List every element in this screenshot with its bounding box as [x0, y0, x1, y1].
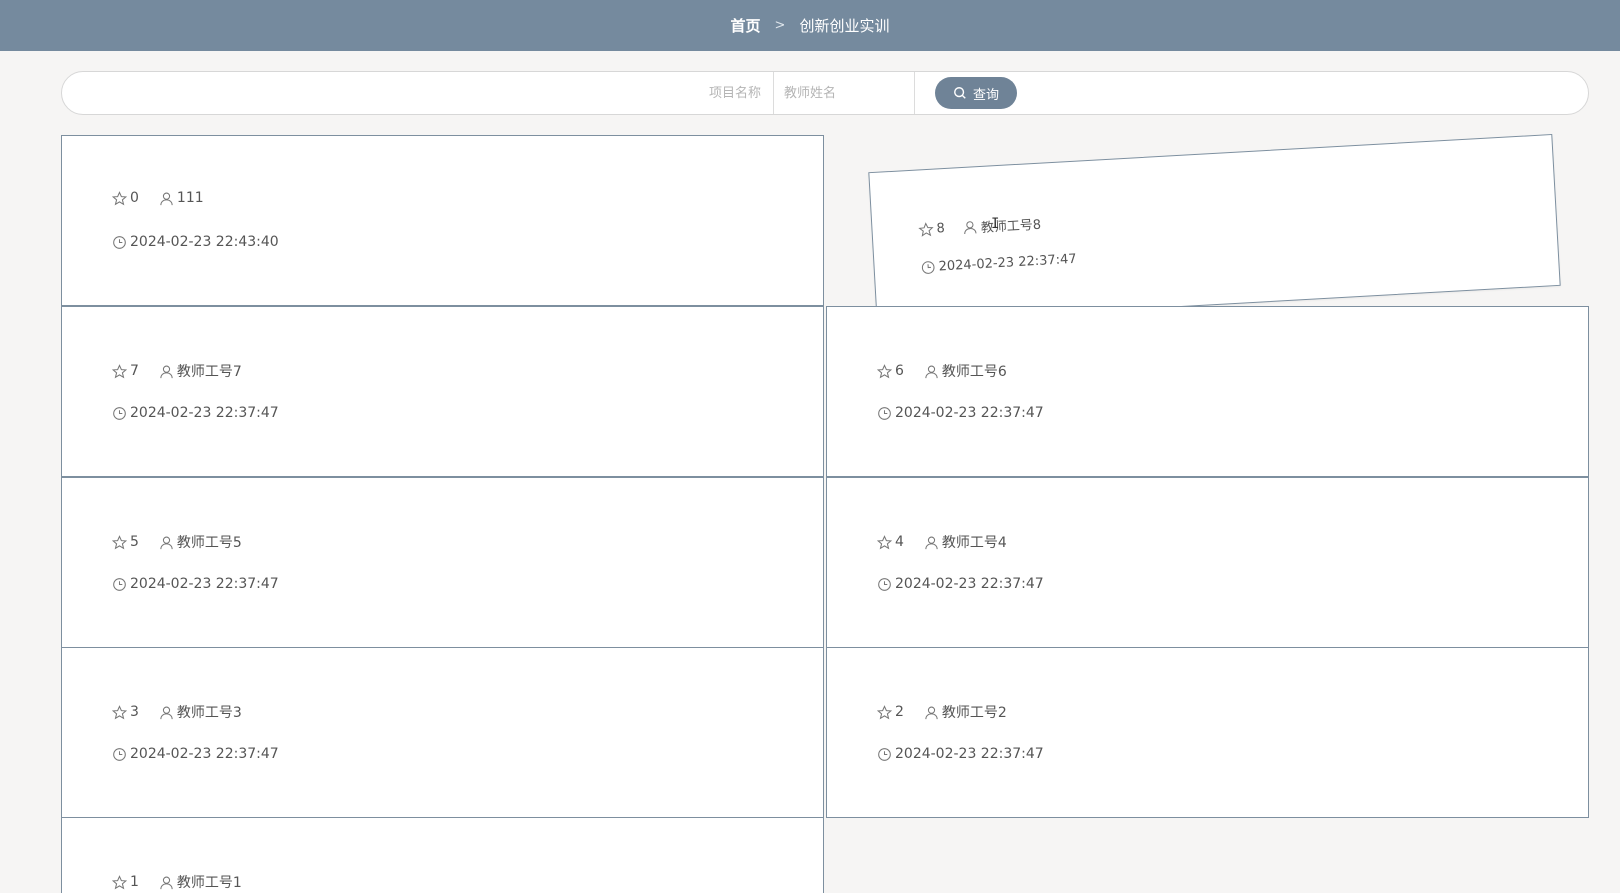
like-count: 8: [936, 221, 946, 237]
teacher-id: 教师工号1: [176, 875, 242, 891]
teacher-id: 教师工号7: [176, 364, 242, 380]
clock-icon: [112, 235, 127, 250]
like-count: 5: [130, 534, 139, 550]
user-icon: [159, 875, 174, 890]
user-icon: [159, 535, 174, 550]
project-card[interactable]: 0 111 2024-02-23 22:43:40: [61, 135, 824, 306]
created-time: 2024-02-23 22:37:47: [895, 405, 1044, 421]
star-icon: [112, 534, 127, 550]
like-count: 7: [130, 363, 139, 379]
teacher-id: 教师工号3: [176, 705, 242, 721]
created-time: 2024-02-23 22:37:47: [130, 746, 279, 762]
created-time: 2024-02-23 22:37:47: [895, 576, 1044, 592]
teacher-id: 111: [176, 190, 204, 206]
teacher-id: 教师工号5: [176, 535, 242, 551]
project-card[interactable]: 1 教师工号1: [61, 817, 824, 893]
like-count: 0: [130, 190, 139, 206]
star-icon: [877, 363, 892, 379]
clock-icon: [877, 577, 892, 592]
created-time: 2024-02-23 22:37:47: [895, 746, 1044, 762]
created-time: 2024-02-23 22:43:40: [130, 234, 279, 250]
teacher-id: 教师工号2: [941, 705, 1007, 721]
project-card[interactable]: 2 教师工号2 2024-02-23 22:37:47: [826, 647, 1589, 818]
teacher-name-input[interactable]: [774, 72, 914, 114]
search-icon: [954, 87, 966, 99]
teacher-id: 教师工号8: [980, 217, 1042, 237]
like-count: 1: [130, 874, 139, 890]
star-icon: [112, 190, 127, 206]
star-icon: [877, 704, 892, 720]
search-bar: 查询: [61, 71, 1589, 115]
project-card[interactable]: 3 教师工号3 2024-02-23 22:37:47: [61, 647, 824, 818]
project-card[interactable]: 7 教师工号7 2024-02-23 22:37:47: [61, 306, 824, 477]
like-count: 4: [895, 534, 904, 550]
clock-icon: [877, 406, 892, 421]
project-card-dragged[interactable]: 8 教师工号8 2024-02-23 22:37:47: [868, 133, 1561, 325]
star-icon: [112, 704, 127, 720]
breadcrumb-home[interactable]: 首页: [731, 15, 761, 36]
user-icon: [924, 705, 939, 720]
breadcrumb-separator: >: [774, 18, 786, 33]
star-icon: [112, 874, 127, 890]
created-time: 2024-02-23 22:37:47: [130, 405, 279, 421]
user-icon: [962, 219, 978, 235]
star-icon: [918, 222, 934, 238]
project-card[interactable]: 4 教师工号4 2024-02-23 22:37:47: [826, 477, 1589, 648]
top-header: 首页 > 创新创业实训: [0, 0, 1620, 51]
project-card[interactable]: 5 教师工号5 2024-02-23 22:37:47: [61, 477, 824, 648]
text-cursor-icon: I: [991, 216, 1000, 232]
star-icon: [877, 534, 892, 550]
star-icon: [112, 363, 127, 379]
search-button-label: 查询: [972, 87, 999, 103]
created-time: 2024-02-23 22:37:47: [130, 576, 279, 592]
search-divider: [914, 72, 915, 114]
clock-icon: [877, 747, 892, 762]
user-icon: [159, 705, 174, 720]
created-time: 2024-02-23 22:37:47: [938, 251, 1077, 275]
user-icon: [924, 364, 939, 379]
project-name-input[interactable]: [62, 72, 773, 114]
clock-icon: [112, 406, 127, 421]
user-icon: [159, 191, 174, 206]
clock-icon: [112, 747, 127, 762]
search-button[interactable]: 查询: [935, 77, 1017, 109]
user-icon: [924, 535, 939, 550]
clock-icon: [112, 577, 127, 592]
teacher-id: 教师工号4: [941, 535, 1007, 551]
teacher-id: 教师工号6: [941, 364, 1007, 380]
like-count: 3: [130, 704, 139, 720]
like-count: 2: [895, 704, 904, 720]
breadcrumb-current: 创新创业实训: [799, 17, 890, 35]
user-icon: [159, 364, 174, 379]
clock-icon: [920, 260, 936, 276]
like-count: 6: [895, 363, 904, 379]
project-card[interactable]: 6 教师工号6 2024-02-23 22:37:47: [826, 306, 1589, 477]
